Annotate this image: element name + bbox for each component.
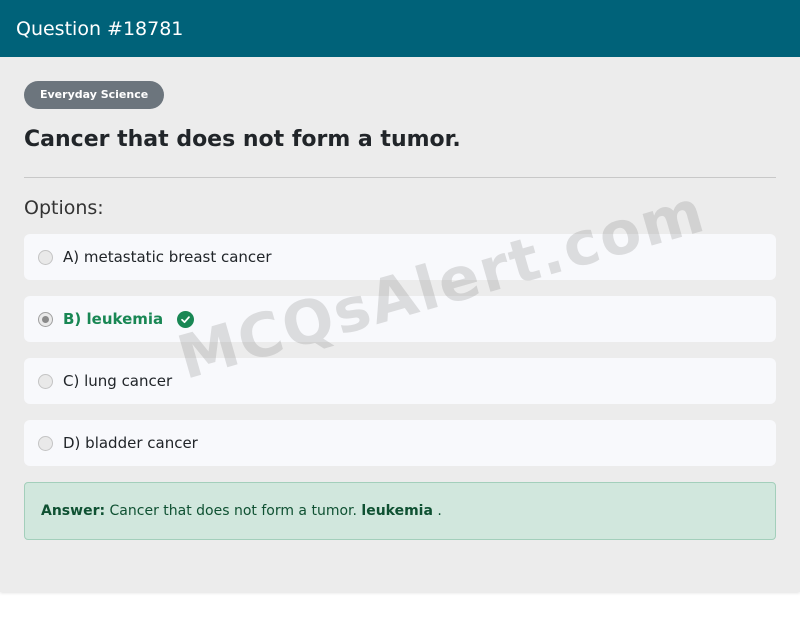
question-text: Cancer that does not form a tumor. (24, 127, 461, 152)
option-label: B) leukemia (63, 310, 164, 328)
radio-button[interactable] (38, 373, 53, 389)
option-b[interactable]: B) leukemia (24, 296, 776, 342)
option-label: A) metastatic breast cancer (63, 248, 272, 266)
answer-prefix: Answer: (41, 503, 106, 519)
answer-suffix: . (437, 503, 442, 519)
divider (24, 177, 776, 178)
card-header: Question #18781 (0, 0, 800, 57)
radio-button-checked[interactable] (38, 311, 53, 327)
answer-text: Cancer that does not form a tumor. (109, 503, 357, 519)
check-circle-icon (177, 310, 195, 328)
card-body: Everyday Science Cancer that does not fo… (0, 57, 800, 540)
question-number-title: Question #18781 (16, 17, 184, 40)
category-badge[interactable]: Everyday Science (24, 81, 165, 109)
option-label: C) lung cancer (63, 372, 173, 390)
answer-value: leukemia (361, 503, 433, 519)
radio-button[interactable] (38, 249, 53, 265)
radio-button[interactable] (38, 435, 53, 451)
options-heading: Options: (24, 197, 104, 219)
options-list: A) metastatic breast cancer B) leukemia … (24, 234, 776, 466)
option-label: D) bladder cancer (63, 434, 198, 452)
option-c[interactable]: C) lung cancer (24, 358, 776, 404)
answer-box: Answer: Cancer that does not form a tumo… (24, 482, 776, 540)
question-card: Question #18781 Everyday Science Cancer … (0, 0, 800, 592)
option-d[interactable]: D) bladder cancer (24, 420, 776, 466)
option-a[interactable]: A) metastatic breast cancer (24, 234, 776, 280)
